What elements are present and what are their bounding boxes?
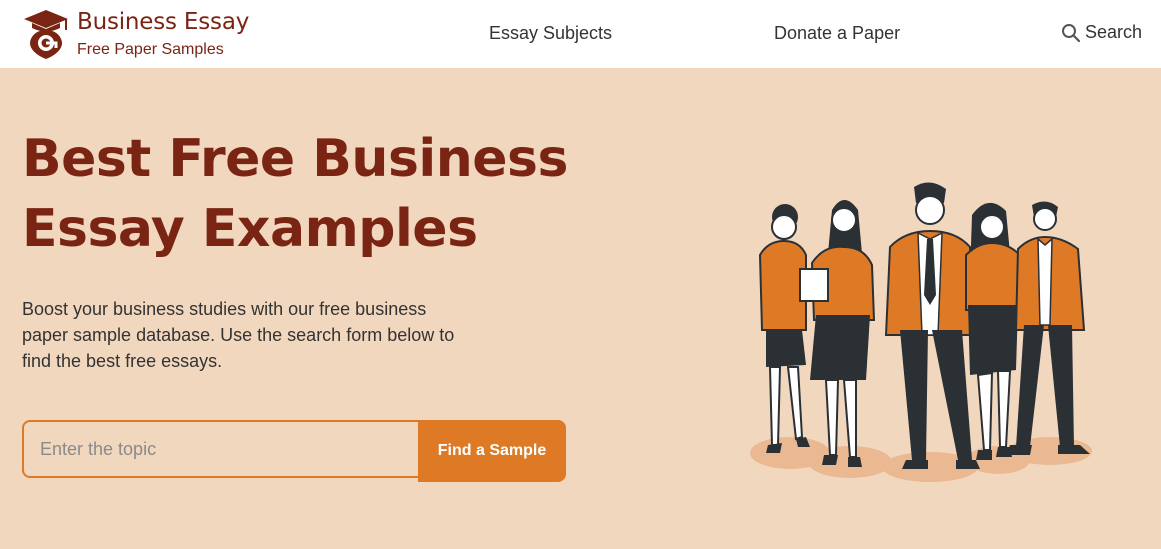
brand-subtitle: Free Paper Samples	[77, 41, 224, 58]
nav-search[interactable]: Search	[1061, 22, 1142, 43]
business-team-illustration	[750, 182, 1092, 482]
search-icon	[1062, 23, 1081, 42]
logo-icon[interactable]	[22, 8, 70, 60]
site-header: Business Essay Free Paper Samples Essay …	[0, 0, 1161, 68]
brand-title[interactable]: Business Essay	[77, 9, 249, 35]
person-2	[799, 200, 876, 467]
search-form: Find a Sample	[22, 420, 566, 482]
topic-search-input[interactable]	[22, 420, 418, 478]
nav-donate-paper[interactable]: Donate a Paper	[774, 23, 900, 44]
nav-essay-subjects[interactable]: Essay Subjects	[489, 23, 612, 44]
hero-description: Boost your business studies with our fre…	[22, 299, 455, 371]
person-5	[1006, 201, 1090, 455]
hero-title: Best Free Business Essay Examples	[22, 124, 642, 264]
hero-title-line1: Best Free Business	[22, 129, 568, 189]
person-1	[758, 204, 810, 453]
find-sample-button[interactable]: Find a Sample	[418, 420, 566, 482]
person-3	[884, 182, 980, 469]
search-label: Search	[1085, 22, 1143, 42]
hero-title-line2: Essay Examples	[22, 199, 478, 259]
person-4	[965, 202, 1024, 460]
